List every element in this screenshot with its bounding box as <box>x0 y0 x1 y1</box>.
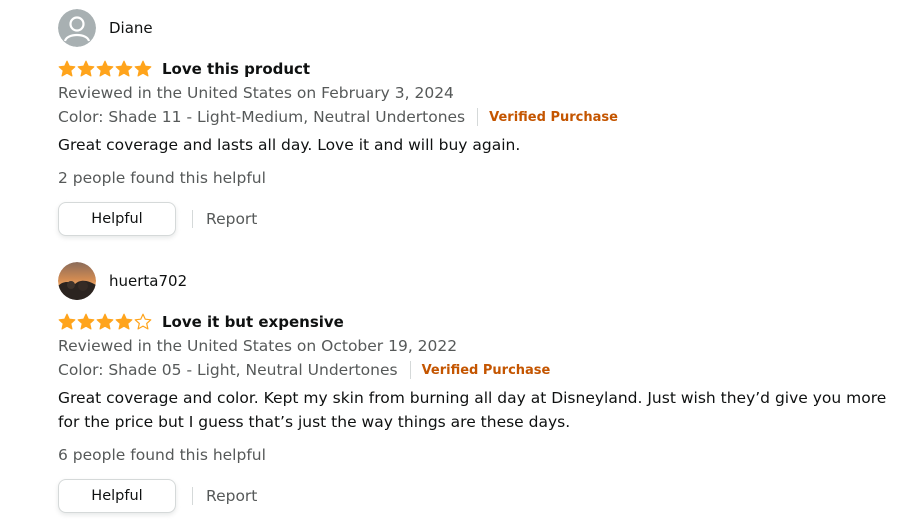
report-link[interactable]: Report <box>206 210 257 228</box>
star-filled-icon <box>96 313 114 330</box>
star-filled-icon <box>115 60 133 77</box>
review-title[interactable]: Love it but expensive <box>162 313 344 331</box>
reviewer-profile[interactable]: Diane <box>58 9 898 47</box>
review-body: Great coverage and lasts all day. Love i… <box>58 136 521 154</box>
star-filled-icon <box>77 313 95 330</box>
verified-purchase-badge: Verified Purchase <box>421 362 551 378</box>
star-filled-icon <box>77 60 95 77</box>
star-filled-icon <box>96 60 114 77</box>
profile-photo-avatar <box>58 262 96 300</box>
review-date: Reviewed in the United States on Februar… <box>58 84 454 102</box>
divider <box>192 487 193 505</box>
divider <box>409 361 411 379</box>
star-empty-icon <box>134 313 152 330</box>
variant-info[interactable]: Color: Shade 05 - Light, Neutral Underto… <box>58 361 398 379</box>
star-filled-icon <box>58 313 76 330</box>
reviewer-profile[interactable]: huerta702 <box>58 262 898 300</box>
reviewer-name[interactable]: Diane <box>109 19 153 37</box>
review-body: Great coverage and color. Kept my skin f… <box>58 389 887 431</box>
star-filled-icon <box>115 313 133 330</box>
review-date: Reviewed in the United States on October… <box>58 337 458 355</box>
divider <box>192 210 193 228</box>
review-title[interactable]: Love this product <box>162 60 310 78</box>
verified-purchase-badge: Verified Purchase <box>489 109 618 125</box>
star-rating <box>58 60 152 78</box>
helpful-count: 2 people found this helpful <box>58 169 266 187</box>
helpful-button[interactable]: Helpful <box>58 202 176 236</box>
review-card: Diane Love this product Reviewed in the … <box>58 9 898 236</box>
review-card: huerta702 Love it but expensive Reviewed… <box>58 262 898 513</box>
star-filled-icon <box>134 60 152 77</box>
divider <box>477 108 479 126</box>
star-rating <box>58 313 152 331</box>
report-link[interactable]: Report <box>206 487 257 505</box>
star-filled-icon <box>58 60 76 77</box>
default-avatar-icon <box>58 9 96 47</box>
variant-info[interactable]: Color: Shade 11 - Light-Medium, Neutral … <box>58 108 465 126</box>
reviewer-name[interactable]: huerta702 <box>109 272 187 290</box>
helpful-count: 6 people found this helpful <box>58 446 266 464</box>
helpful-button[interactable]: Helpful <box>58 479 176 513</box>
